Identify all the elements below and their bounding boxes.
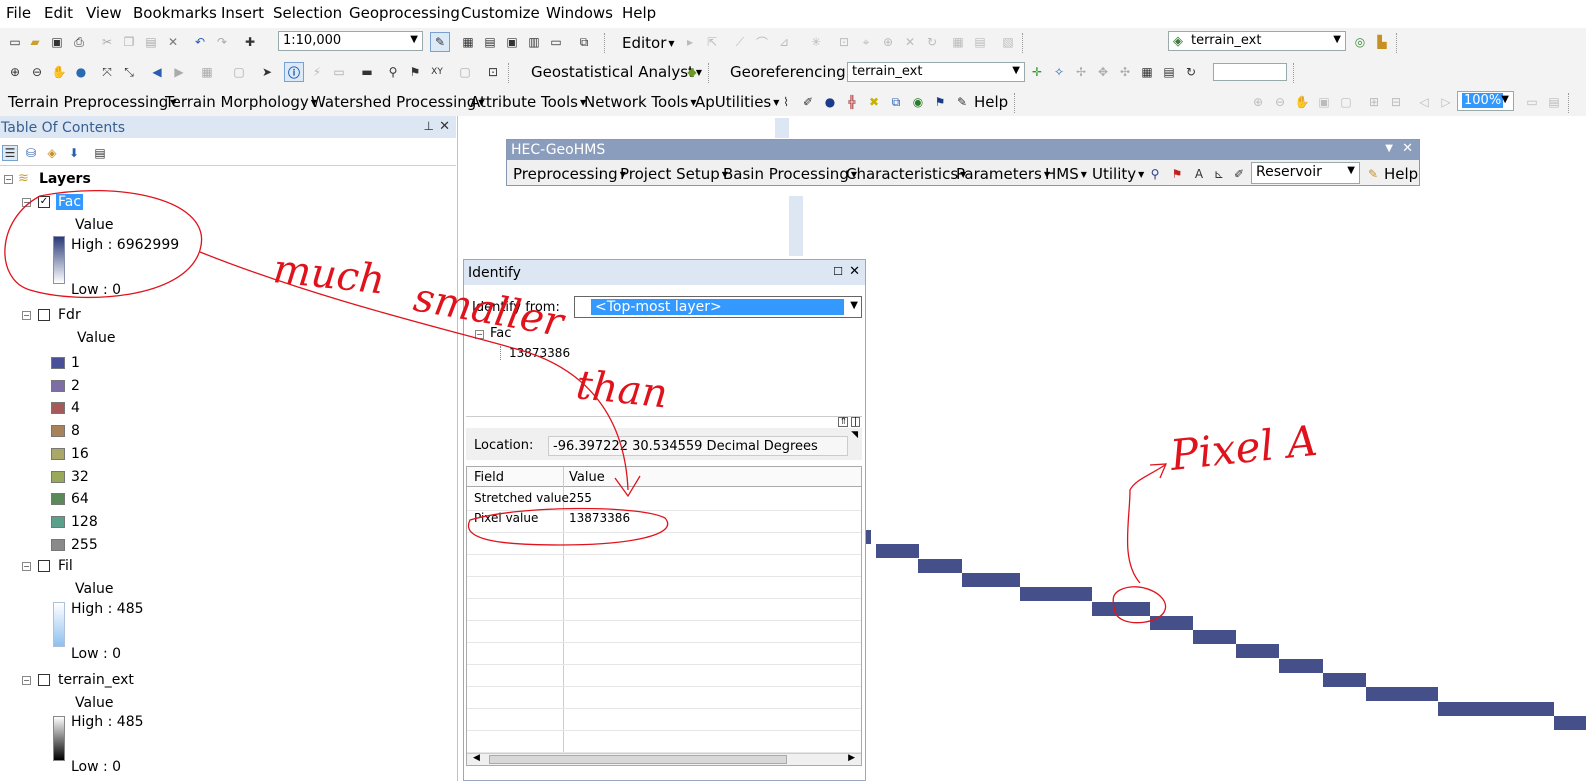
- annotation-much: much: [271, 246, 387, 303]
- annotation-smaller: smaller: [410, 275, 569, 347]
- arrow-line: [199, 251, 629, 491]
- fac-legend-circle: [4, 190, 203, 299]
- annotation-pixel-a: Pixel A: [1167, 416, 1320, 480]
- annotation-layer: much smaller than Pixel A: [4, 190, 1320, 624]
- pixel-a-arrow: [1126, 464, 1166, 584]
- pixel-a-circle: [1112, 586, 1167, 624]
- annotation-than: than: [574, 362, 670, 417]
- pixel-value-ellipse: [467, 507, 669, 546]
